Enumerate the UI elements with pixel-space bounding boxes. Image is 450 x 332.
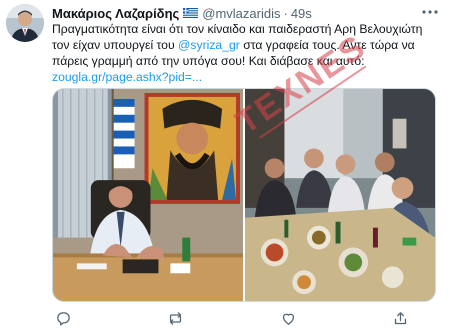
dinner-photo[interactable] [243,89,435,301]
tweet-header: Μακάριος Λαζαρίδης @mvlazaridis · 49s [52,4,312,22]
external-link[interactable]: zougla.gr/page.ashx?pid=... [52,69,444,85]
mention-link[interactable]: @syriza_gr [178,38,240,52]
tweet-text-line-2-end: στα γραφεία τους. Αντε τώρα να [239,38,415,52]
tweet-media [52,88,436,302]
tweet[interactable]: Μακάριος Λαζαρίδης @mvlazaridis · 49s Πρ… [0,0,450,332]
user-handle[interactable]: @mvlazaridis [202,6,280,21]
tweet-text: Πραγματικότητα είναι ότι τον κίναιδο και… [52,21,444,85]
more-horizontal-icon[interactable] [418,2,442,22]
tweet-text-line-2: τον είχαν υπουργεί του @syriza_gr στα γρ… [52,37,444,53]
like-icon[interactable] [277,308,299,328]
office-photo[interactable] [53,89,243,301]
share-icon[interactable] [390,308,412,328]
display-name[interactable]: Μακάριος Λαζαρίδης [52,6,179,21]
avatar[interactable] [6,4,44,42]
tweet-text-line-3: πάρεις γραμμή από την υπόγα σου! Και διά… [52,54,365,68]
tweet-text-line-2-start: τον είχαν υπουργεί του [52,38,179,52]
action-bar [52,308,442,328]
timestamp[interactable]: 49s [291,6,312,21]
separator-dot: · [283,5,288,21]
retweet-icon[interactable] [165,308,187,328]
tweet-text-line-1: Πραγματικότητα είναι ότι τον κίναιδο και… [52,22,423,36]
greek-flag-icon [183,8,199,18]
reply-icon[interactable] [52,308,74,328]
